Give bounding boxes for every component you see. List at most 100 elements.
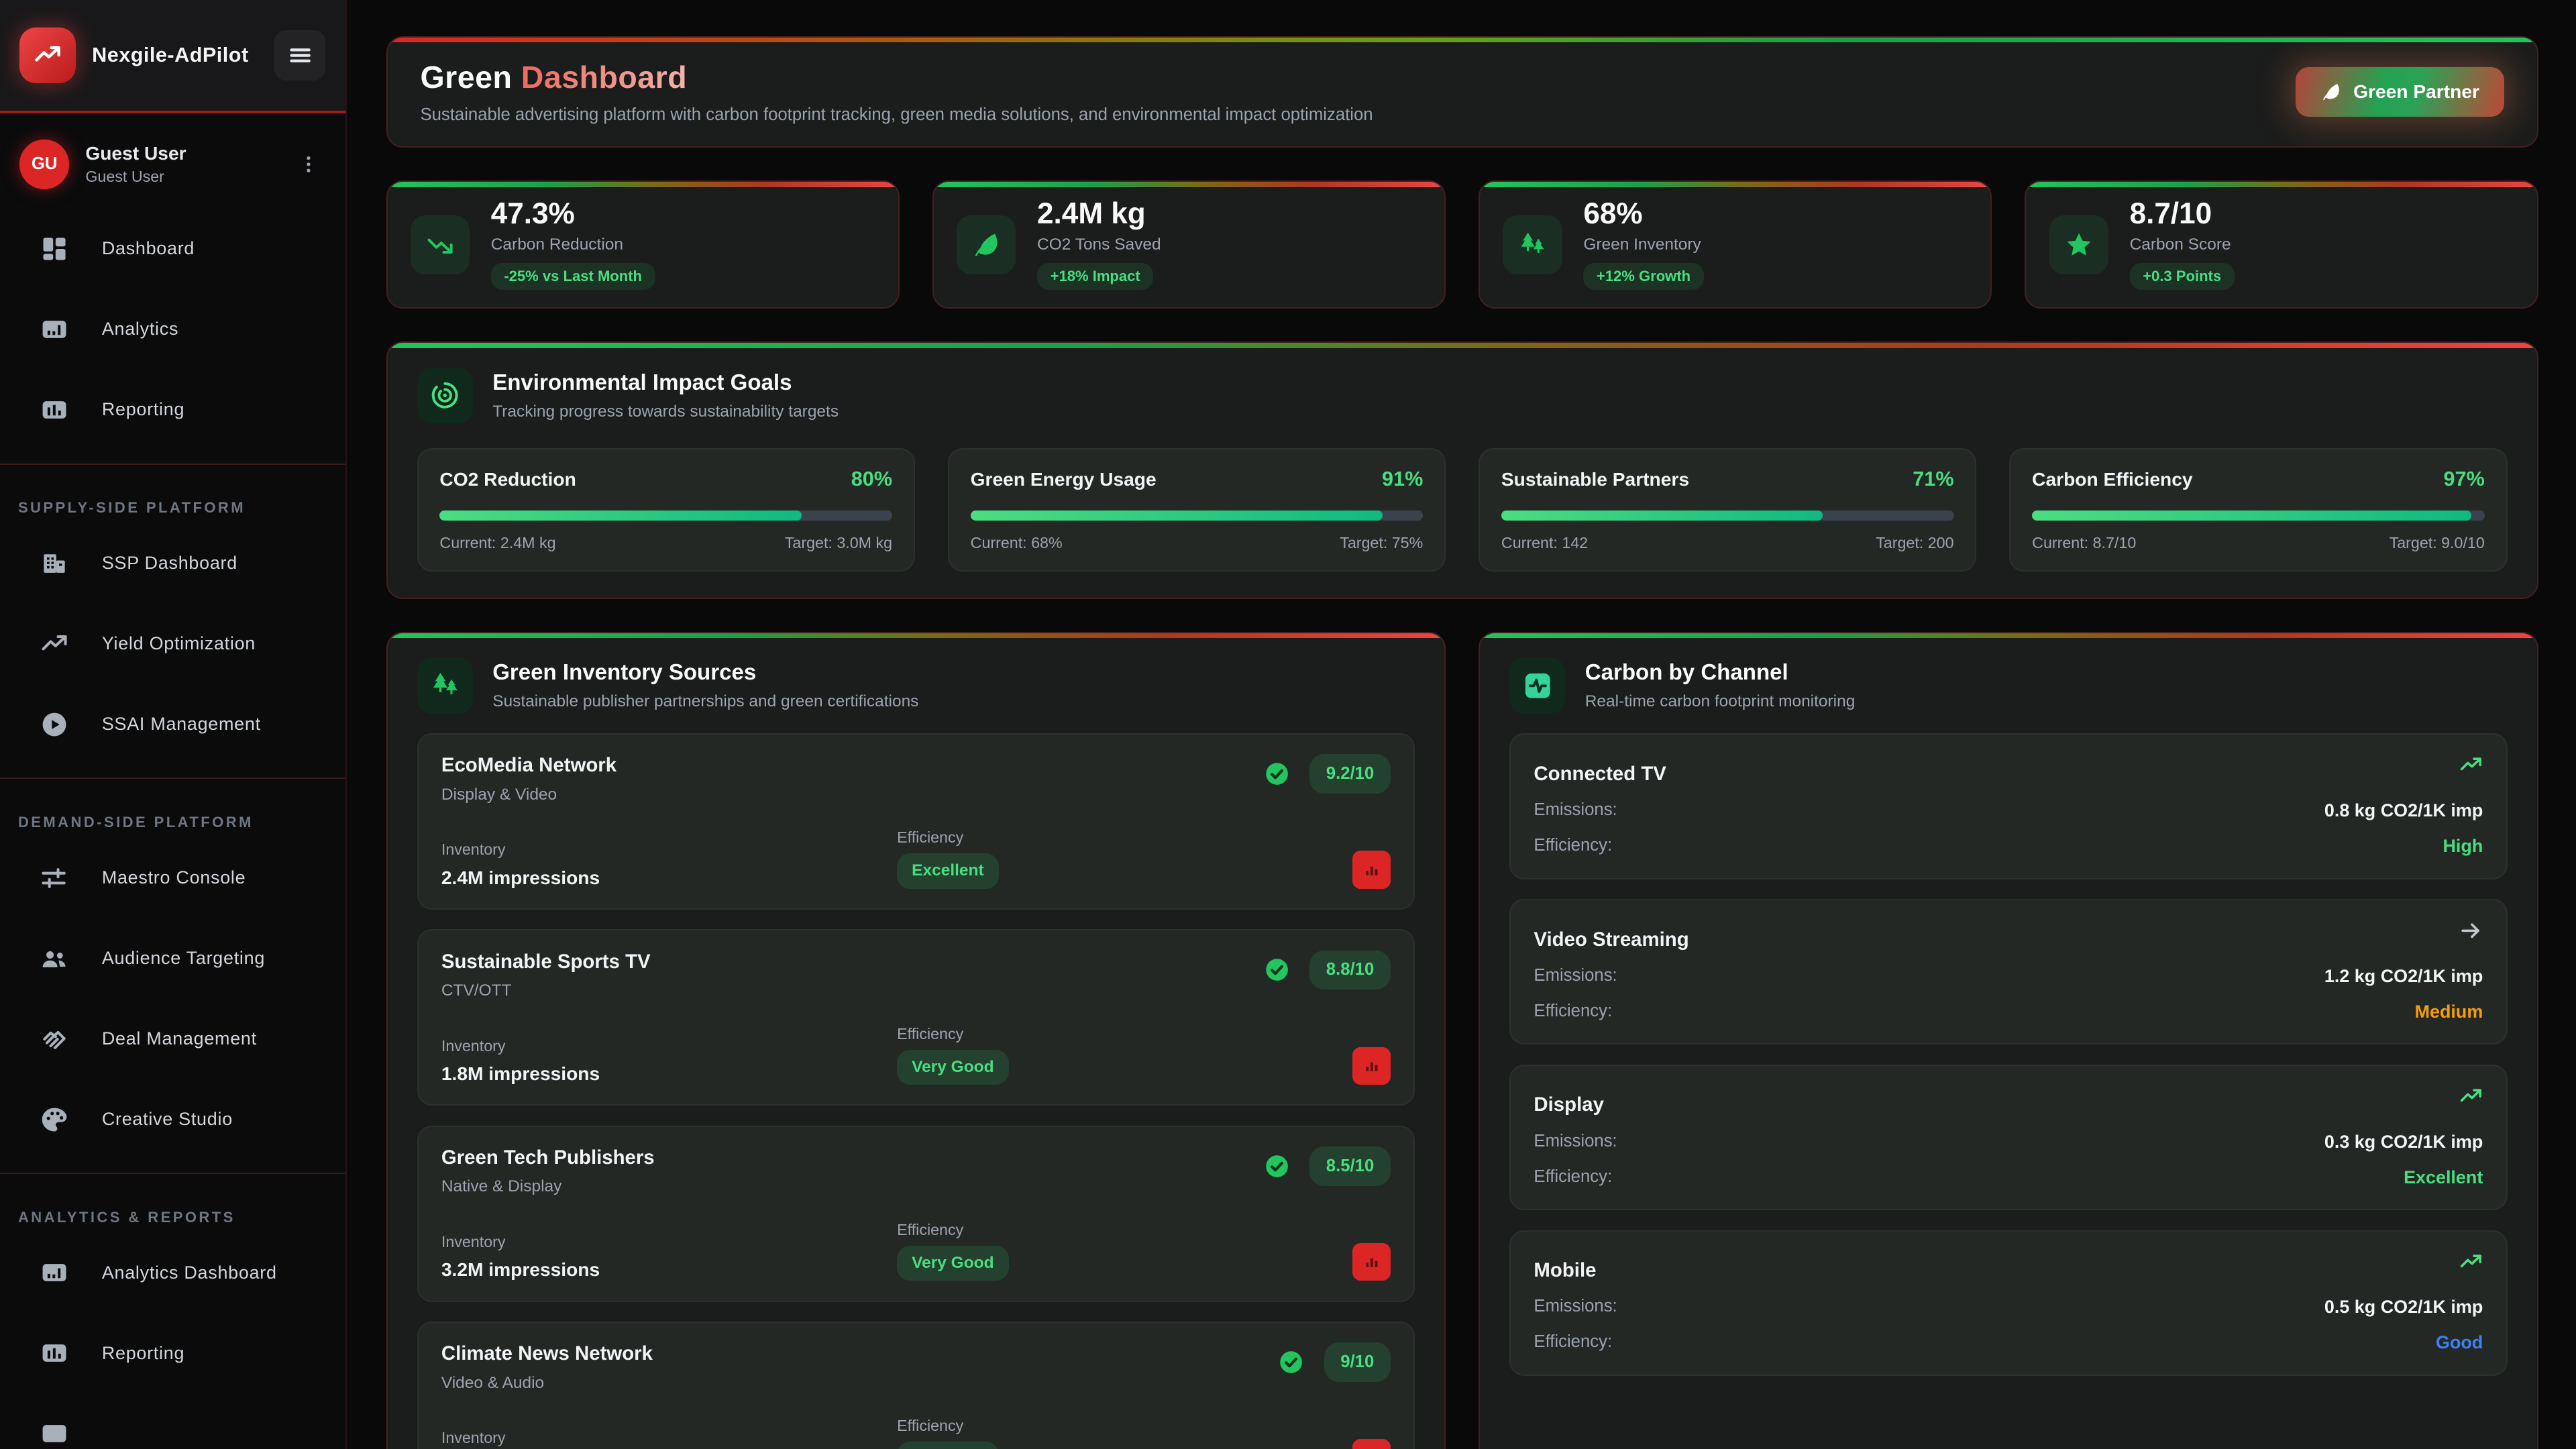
inventory-label: Inventory <box>441 1233 897 1251</box>
sliders-icon <box>40 863 69 893</box>
section-title: Carbon by Channel <box>1585 660 1856 686</box>
inventory-col: Inventory 1.8M impressions <box>441 1037 897 1085</box>
leaf-icon <box>957 215 1016 274</box>
trending-up-icon <box>40 629 69 659</box>
section-header-text: Carbon by Channel Real-time carbon footp… <box>1585 660 1856 711</box>
sidebar-item-deal-management[interactable]: Deal Management <box>0 999 345 1079</box>
emissions-label: Emissions: <box>1534 966 1617 987</box>
stat-value: 8.7/10 <box>2130 199 2235 229</box>
section-title: Green Inventory Sources <box>492 660 918 686</box>
source-info: Climate News Network Video & Audio <box>441 1342 653 1392</box>
sidebar: Nexgile-AdPilot GU Guest User Guest User <box>0 0 347 1449</box>
source-chart-button[interactable] <box>1352 1439 1390 1449</box>
leaf-icon <box>2320 81 2342 103</box>
sidebar-item-reporting-2[interactable]: Reporting <box>0 1313 345 1393</box>
sidebar-item-reporting[interactable]: Reporting <box>0 370 345 450</box>
source-chart-button[interactable] <box>1352 1243 1390 1281</box>
progress-bar <box>1501 511 1954 521</box>
page-title-accent: Dashboard <box>521 60 687 95</box>
bar-chart-icon <box>1361 1055 1383 1077</box>
green-partner-label: Green Partner <box>2353 81 2479 103</box>
efficiency-badge: Very Good <box>897 1050 1008 1085</box>
page-title: Green Dashboard <box>420 59 1373 95</box>
sidebar-item-audience-targeting[interactable]: Audience Targeting <box>0 918 345 999</box>
goals-row: CO2 Reduction80% Current: 2.4M kgTarget:… <box>417 448 2508 572</box>
green-partner-badge[interactable]: Green Partner <box>2296 67 2504 116</box>
user-menu-button[interactable] <box>291 147 325 181</box>
goal-card-carbon-efficiency: Carbon Efficiency 97% Current: 8.7/10 Targ… <box>2009 448 2507 572</box>
arrow-right-icon <box>2459 918 2483 943</box>
goal-card-green-energy: Green Energy Usage91% Current: 68%Target… <box>948 448 1446 572</box>
sidebar-item-partial[interactable] <box>0 1393 345 1449</box>
channel-name: Display <box>1534 1093 1604 1116</box>
sidebar-item-yield-optimization[interactable]: Yield Optimization <box>0 604 345 684</box>
stat-value: 2.4M kg <box>1037 199 1161 229</box>
goal-name: Carbon Efficiency <box>2032 469 2192 490</box>
goal-target-icon <box>417 368 473 423</box>
source-score: 9/10 <box>1324 1342 1391 1381</box>
stat-label: Green Inventory <box>1583 235 1703 254</box>
progress-fill <box>971 511 1383 521</box>
efficiency-col: Efficiency Excellent <box>897 1417 1352 1449</box>
badge-check-icon <box>1264 1153 1290 1179</box>
stat-body: 47.3% Carbon Reduction -25% vs Last Mont… <box>491 199 655 290</box>
inventory-value: 1.8M impressions <box>441 1063 897 1085</box>
avatar: GU <box>19 140 68 189</box>
goal-current: Current: 8.7/10 <box>2032 534 2136 552</box>
stats-row: 47.3% Carbon Reduction -25% vs Last Mont… <box>386 180 2538 309</box>
progress-bar <box>971 511 1424 521</box>
badge-check-icon <box>1264 761 1290 787</box>
sidebar-item-analytics[interactable]: Analytics <box>0 289 345 370</box>
two-column-row: Green Inventory Sources Sustainable publ… <box>386 632 2538 1449</box>
sidebar-item-analytics-dashboard[interactable]: Analytics Dashboard <box>0 1232 345 1313</box>
inventory-col: Inventory 1.1M impressions <box>441 1429 897 1449</box>
sidebar-item-maestro-console[interactable]: Maestro Console <box>0 838 345 918</box>
stat-badge: +0.3 Points <box>2130 263 2235 290</box>
inventory-label: Inventory <box>441 1037 897 1055</box>
nav-group-ssp: SUPPLY-SIDE PLATFORM <box>0 464 345 523</box>
sidebar-item-creative-studio[interactable]: Creative Studio <box>0 1079 345 1160</box>
sidebar-item-ssp-dashboard[interactable]: SSP Dashboard <box>0 523 345 604</box>
goal-target: Target: 9.0/10 <box>2390 534 2485 552</box>
stat-body: 68% Green Inventory +12% Growth <box>1583 199 1703 290</box>
goal-percent: 91% <box>1382 468 1423 491</box>
stat-label: Carbon Score <box>2130 235 2235 254</box>
efficiency-label: Efficiency: <box>1534 1332 1612 1353</box>
bar-chart-icon <box>1361 859 1383 881</box>
source-info: Green Tech Publishers Native & Display <box>441 1146 655 1196</box>
source-type: Native & Display <box>441 1177 655 1196</box>
source-card-green-tech: Green Tech Publishers Native & Display 8… <box>417 1126 1415 1302</box>
source-chart-button[interactable] <box>1352 851 1390 888</box>
environmental-goals-section: Environmental Impact Goals Tracking prog… <box>386 341 2538 598</box>
nav-group-analytics: ANALYTICS & REPORTS <box>0 1173 345 1232</box>
section-header: Carbon by Channel Real-time carbon footp… <box>1509 657 2507 713</box>
stat-body: 8.7/10 Carbon Score +0.3 Points <box>2130 199 2235 290</box>
sidebar-item-ssai-management[interactable]: SSAI Management <box>0 684 345 765</box>
stat-badge: -25% vs Last Month <box>491 263 655 290</box>
goal-target: Target: 3.0M kg <box>785 534 892 552</box>
goal-percent: 71% <box>1913 468 1953 491</box>
brand-header: Nexgile-AdPilot <box>0 0 345 113</box>
source-type: Video & Audio <box>441 1374 653 1393</box>
sidebar-item-label: Maestro Console <box>102 867 246 888</box>
efficiency-badge: Excellent <box>897 853 999 888</box>
sidebar-item-dashboard[interactable]: Dashboard <box>0 209 345 289</box>
user-info: Guest User Guest User <box>85 143 186 186</box>
channel-card-video-streaming: Video Streaming Emissions:1.2 kg CO2/1K … <box>1509 899 2507 1045</box>
goal-target: Target: 75% <box>1340 534 1423 552</box>
progress-fill <box>2032 511 2471 521</box>
efficiency-value: Good <box>2436 1332 2483 1353</box>
analytics-chart-icon <box>40 1258 69 1287</box>
trending-down-icon <box>411 215 470 274</box>
goal-percent: 97% <box>2444 468 2485 491</box>
source-score: 8.5/10 <box>1309 1146 1390 1185</box>
source-chart-button[interactable] <box>1352 1047 1390 1085</box>
trending-up-icon <box>2459 753 2483 777</box>
sidebar-item-label: SSP Dashboard <box>102 553 237 574</box>
stat-card-carbon-score: 8.7/10 Carbon Score +0.3 Points <box>2025 180 2538 309</box>
emissions-label: Emissions: <box>1534 800 1617 821</box>
emissions-value: 0.3 kg CO2/1K imp <box>2324 1132 2483 1152</box>
section-header-text: Environmental Impact Goals Tracking prog… <box>492 370 839 421</box>
analytics-chart-icon <box>40 315 69 344</box>
hamburger-menu-button[interactable] <box>274 30 325 81</box>
